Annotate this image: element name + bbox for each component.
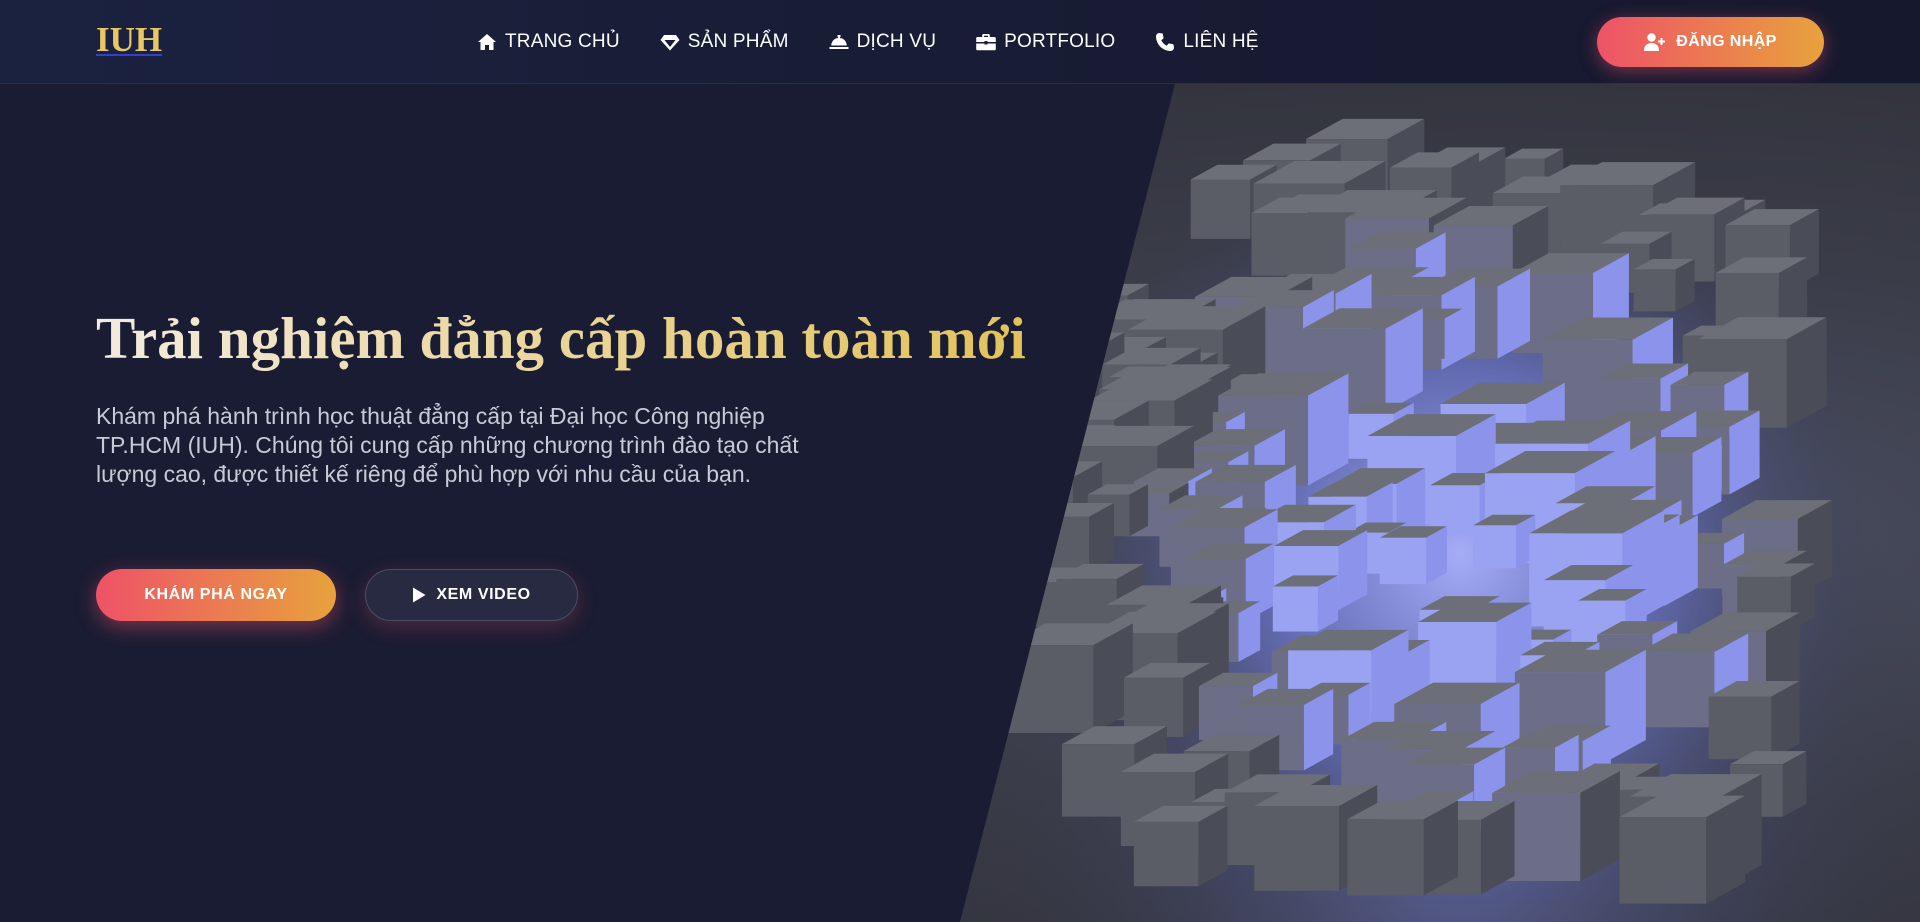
- login-button[interactable]: ĐĂNG NHẬP: [1597, 17, 1824, 67]
- cube-block: [1379, 537, 1427, 585]
- explore-now-label: KHÁM PHÁ NGAY: [144, 586, 288, 603]
- nav-item-label: PORTFOLIO: [1004, 31, 1116, 52]
- nav-item-label: LIÊN HỆ: [1183, 31, 1259, 52]
- cube-block: [1254, 805, 1340, 891]
- hero-description: Khám phá hành trình học thuật đẳng cấp t…: [96, 403, 799, 487]
- nav-item-services[interactable]: DỊCH VỤ: [829, 31, 937, 53]
- site-logo[interactable]: IUH: [96, 20, 162, 60]
- play-icon: [413, 587, 426, 603]
- hero-title: Trải nghiệm đẳng cấp hoàn toàn mới: [96, 305, 1026, 371]
- nav-item-label: TRANG CHỦ: [505, 31, 620, 52]
- phone-icon: [1156, 33, 1175, 51]
- cube-block: [1251, 212, 1315, 276]
- cube-block: [1639, 652, 1715, 728]
- cube-block: [1619, 817, 1707, 904]
- login-label: ĐĂNG NHẬP: [1676, 33, 1777, 50]
- home-icon: [478, 34, 496, 50]
- top-navbar: IUH TRANG CHỦ SẢN PHẨM DỊCH VỤ PORTFOLIO…: [0, 0, 1920, 84]
- explore-now-button[interactable]: KHÁM PHÁ NGAY: [96, 569, 336, 621]
- cube-block: [1272, 586, 1318, 632]
- briefcase-icon: [976, 34, 996, 51]
- nav-item-portfolio[interactable]: PORTFOLIO: [976, 31, 1115, 53]
- diamond-icon: [660, 35, 680, 51]
- nav-item-label: DỊCH VỤ: [856, 31, 937, 52]
- nav-item-label: SẢN PHẨM: [687, 31, 789, 52]
- watch-video-button[interactable]: XEM VIDEO: [365, 569, 578, 621]
- cube-block: [1633, 269, 1676, 312]
- user-plus-icon: [1644, 33, 1666, 51]
- concierge-bell-icon: [829, 35, 849, 49]
- cube-block: [1708, 696, 1772, 760]
- nav-item-contact[interactable]: LIÊN HỆ: [1155, 31, 1258, 53]
- cube-block: [1473, 525, 1517, 569]
- main-nav: TRANG CHỦ SẢN PHẨM DỊCH VỤ PORTFOLIO LIÊ…: [477, 26, 1259, 58]
- cube-block: [1190, 179, 1251, 239]
- nav-item-home[interactable]: TRANG CHỦ: [477, 31, 620, 53]
- cube-block: [1347, 819, 1424, 896]
- cube-block: [1133, 821, 1199, 887]
- nav-item-products[interactable]: SẢN PHẨM: [660, 31, 789, 53]
- watch-video-label: XEM VIDEO: [436, 586, 531, 603]
